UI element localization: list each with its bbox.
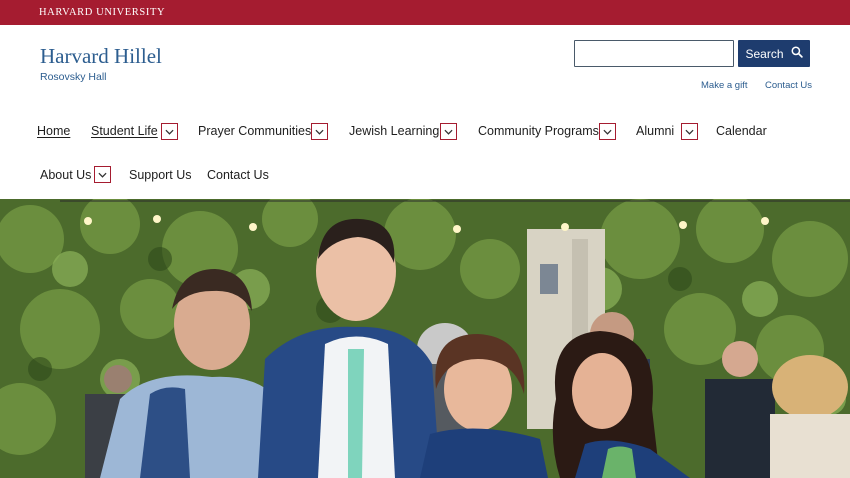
about-dropdown-toggle[interactable] (94, 166, 111, 183)
chevron-down-icon (315, 129, 324, 135)
nav-home[interactable]: Home (37, 124, 70, 138)
programs-dropdown-toggle[interactable] (599, 123, 616, 140)
student-life-dropdown-toggle[interactable] (161, 123, 178, 140)
search-icon (791, 46, 803, 61)
make-a-gift-link[interactable]: Make a gift (701, 80, 747, 91)
search-button-label: Search (745, 46, 784, 61)
nav-support-us[interactable]: Support Us (129, 168, 192, 182)
nav-contact-us[interactable]: Contact Us (207, 168, 269, 182)
nav-prayer-communities[interactable]: Prayer Communities (198, 124, 311, 138)
chevron-down-icon (444, 129, 453, 135)
alumni-dropdown-toggle[interactable] (681, 123, 698, 140)
hero-image (0, 199, 850, 478)
chevron-down-icon (165, 129, 174, 135)
university-bar: HARVARD UNIVERSITY (0, 0, 850, 25)
nav-community-programs[interactable]: Community Programs (478, 124, 599, 138)
utility-contact-link[interactable]: Contact Us (765, 80, 812, 91)
nav-student-life[interactable]: Student Life (91, 124, 158, 138)
nav-jewish-learning[interactable]: Jewish Learning (349, 124, 439, 138)
learning-dropdown-toggle[interactable] (440, 123, 457, 140)
site-subtitle: Rosovsky Hall (40, 71, 107, 83)
search-input[interactable] (574, 40, 734, 67)
university-link[interactable]: HARVARD UNIVERSITY (39, 7, 165, 18)
site-title[interactable]: Harvard Hillel (40, 44, 162, 69)
nav-about-us[interactable]: About Us (40, 168, 91, 182)
chevron-down-icon (603, 129, 612, 135)
nav-alumni[interactable]: Alumni (636, 124, 674, 138)
chevron-down-icon (98, 172, 107, 178)
chevron-down-icon (685, 129, 694, 135)
prayer-dropdown-toggle[interactable] (311, 123, 328, 140)
search-button[interactable]: Search (738, 40, 810, 67)
nav-calendar[interactable]: Calendar (716, 124, 767, 138)
